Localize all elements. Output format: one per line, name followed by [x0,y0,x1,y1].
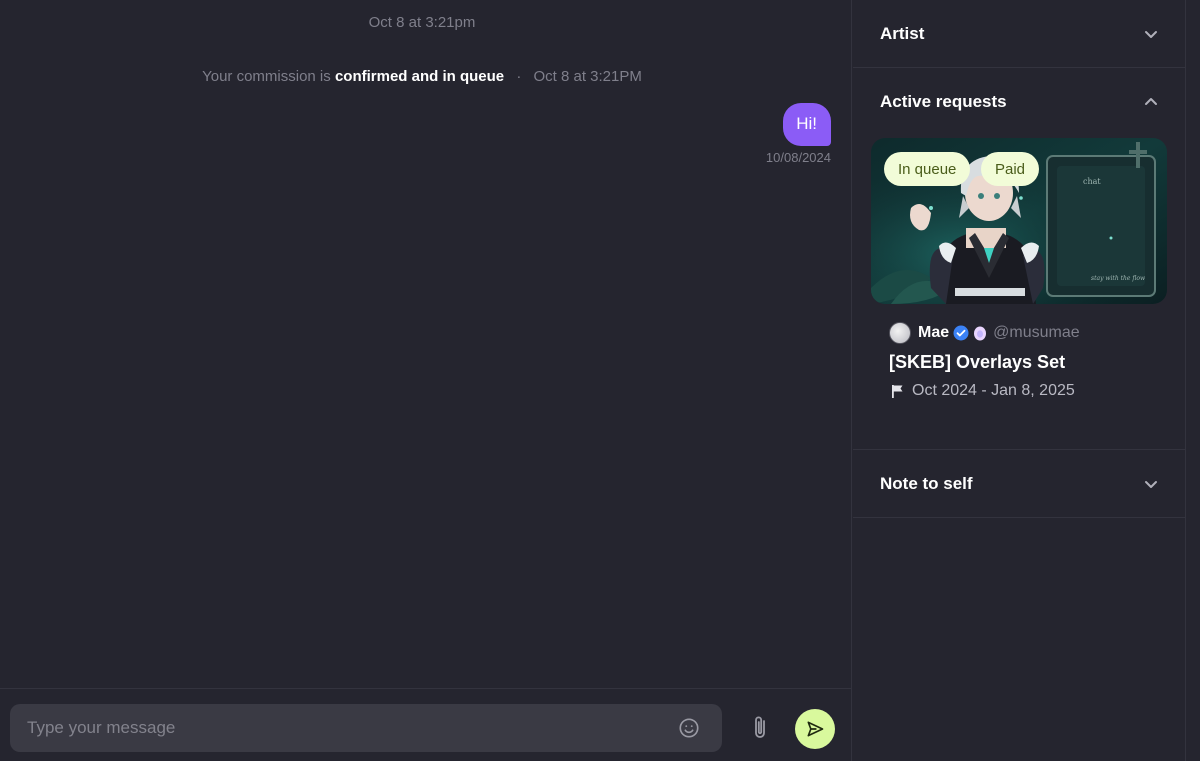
system-message: Your commission is confirmed and in queu… [0,68,844,85]
request-title[interactable]: [SKEB] Overlays Set [889,352,1065,373]
system-message-time: Oct 8 at 3:21PM [533,68,642,85]
flag-icon [892,385,903,398]
note-section-label: Note to self [880,474,973,493]
separator-dot: · [516,68,522,85]
request-date-range: Oct 2024 - Jan 8, 2025 [912,382,1075,399]
artist-section-header[interactable]: Artist [853,0,1185,68]
avatar [889,322,911,344]
svg-text:chat: chat [1083,177,1101,186]
message-input[interactable] [10,704,722,752]
send-button[interactable] [795,709,835,749]
commission-status: confirmed and in queue [334,68,505,85]
chat-pane: Oct 8 at 3:21pm Your commission is confi… [0,0,852,761]
verified-icon [953,325,969,341]
app-root: Oct 8 at 3:21pm Your commission is confi… [0,0,1200,761]
paperclip-icon[interactable] [750,715,772,741]
svg-text:stay with the flow: stay with the flow [1091,275,1146,282]
egg-badge-icon [974,326,987,341]
artist-row[interactable]: Mae @musumae [889,322,1080,344]
chevron-down-icon [1145,481,1157,488]
message-bubble[interactable]: Hi! [783,103,831,146]
note-section-header[interactable]: Note to self [853,450,1185,518]
emoji-icon[interactable] [678,717,700,739]
request-dates: Oct 2024 - Jan 8, 2025 [891,382,1075,400]
message-composer [0,688,852,761]
active-requests-section: Active requests chat stay with the flow … [853,68,1185,450]
artist-name: Mae [918,324,950,341]
status-badge: In queue [884,152,971,186]
request-card-image[interactable]: chat stay with the flow In queue Paid [871,138,1167,304]
message-date: 10/08/2024 [765,150,831,165]
send-icon [807,721,824,737]
system-message-prefix: Your commission is [202,68,331,85]
chevron-up-icon[interactable] [1143,94,1159,110]
artist-section-label: Artist [880,24,925,43]
payment-badge: Paid [981,152,1040,186]
details-sidebar: Artist Active requests chat stay with th… [853,0,1185,761]
chevron-down-icon [1145,31,1157,38]
scrollbar[interactable] [1185,0,1200,761]
chat-timestamp: Oct 8 at 3:21pm [368,14,476,31]
active-requests-label: Active requests [880,92,1007,111]
artist-handle: @musumae [993,324,1080,341]
